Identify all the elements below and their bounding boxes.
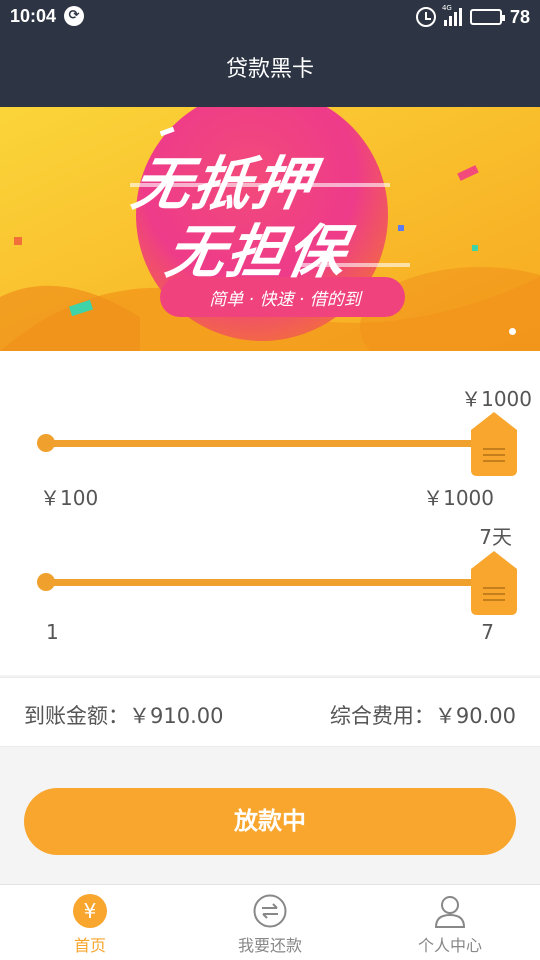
status-indicators: 4G 78 [415, 4, 530, 29]
battery-icon [469, 9, 505, 25]
disburse-button[interactable]: 放款中 [24, 788, 516, 855]
amount-track[interactable] [46, 440, 494, 447]
loan-config-card: ￥1000 ￥100 ￥1000 7天 1 7 [0, 351, 540, 675]
nav-label-repay: 我要还款 [237, 936, 302, 955]
nav-label-profile: 个人中心 [417, 936, 482, 955]
status-bar: 10:04 ⟳ 4G 78 [0, 0, 540, 33]
received-amount: 到账金额：￥910.00 [24, 704, 224, 728]
amount-slider-handle[interactable] [471, 412, 517, 476]
promo-banner[interactable]: 无抵押 无担保 简单 · 快速 · 借的到 [0, 107, 540, 351]
svg-text:¥: ¥ [84, 899, 97, 923]
days-min-label: 1 [46, 620, 59, 644]
sync-icon: ⟳ [64, 6, 84, 26]
yen-icon: ¥ [73, 894, 107, 928]
page-title: 贷款黑卡 [0, 33, 540, 107]
signal-icon: 4G [442, 4, 462, 26]
status-time: 10:04 [10, 6, 57, 26]
amount-slider[interactable]: ￥1000 ￥100 ￥1000 [0, 351, 540, 510]
exchange-icon [253, 894, 287, 928]
days-min-knob [37, 573, 55, 591]
days-track[interactable] [46, 579, 494, 586]
days-slider-handle[interactable] [471, 551, 517, 615]
amount-min-knob [37, 434, 55, 452]
user-icon [434, 896, 466, 928]
amount-current-value: ￥1000 [461, 387, 532, 411]
alarm-icon [415, 7, 436, 27]
bottom-nav: ¥ 首页 我要还款 个人中心 [0, 884, 540, 960]
carousel-indicator[interactable] [509, 328, 516, 335]
days-current-value: 7天 [479, 525, 512, 549]
network-type-label: 4G [441, 4, 452, 12]
days-slider[interactable]: 7天 1 7 [0, 491, 540, 644]
days-max-label: 7 [481, 620, 494, 644]
loan-summary: 到账金额：￥910.00 综合费用：￥90.00 [0, 677, 540, 747]
nav-item-repay[interactable]: 我要还款 [180, 885, 360, 960]
battery-level: 78 [509, 6, 530, 27]
nav-label-home: 首页 [73, 936, 106, 955]
nav-item-home[interactable]: ¥ 首页 [0, 885, 180, 960]
banner-tagline: 简单 · 快速 · 借的到 [209, 290, 361, 310]
total-fees: 综合费用：￥90.00 [329, 704, 516, 728]
banner-line2: 无担保 [161, 218, 354, 286]
nav-item-profile[interactable]: 个人中心 [360, 885, 540, 960]
